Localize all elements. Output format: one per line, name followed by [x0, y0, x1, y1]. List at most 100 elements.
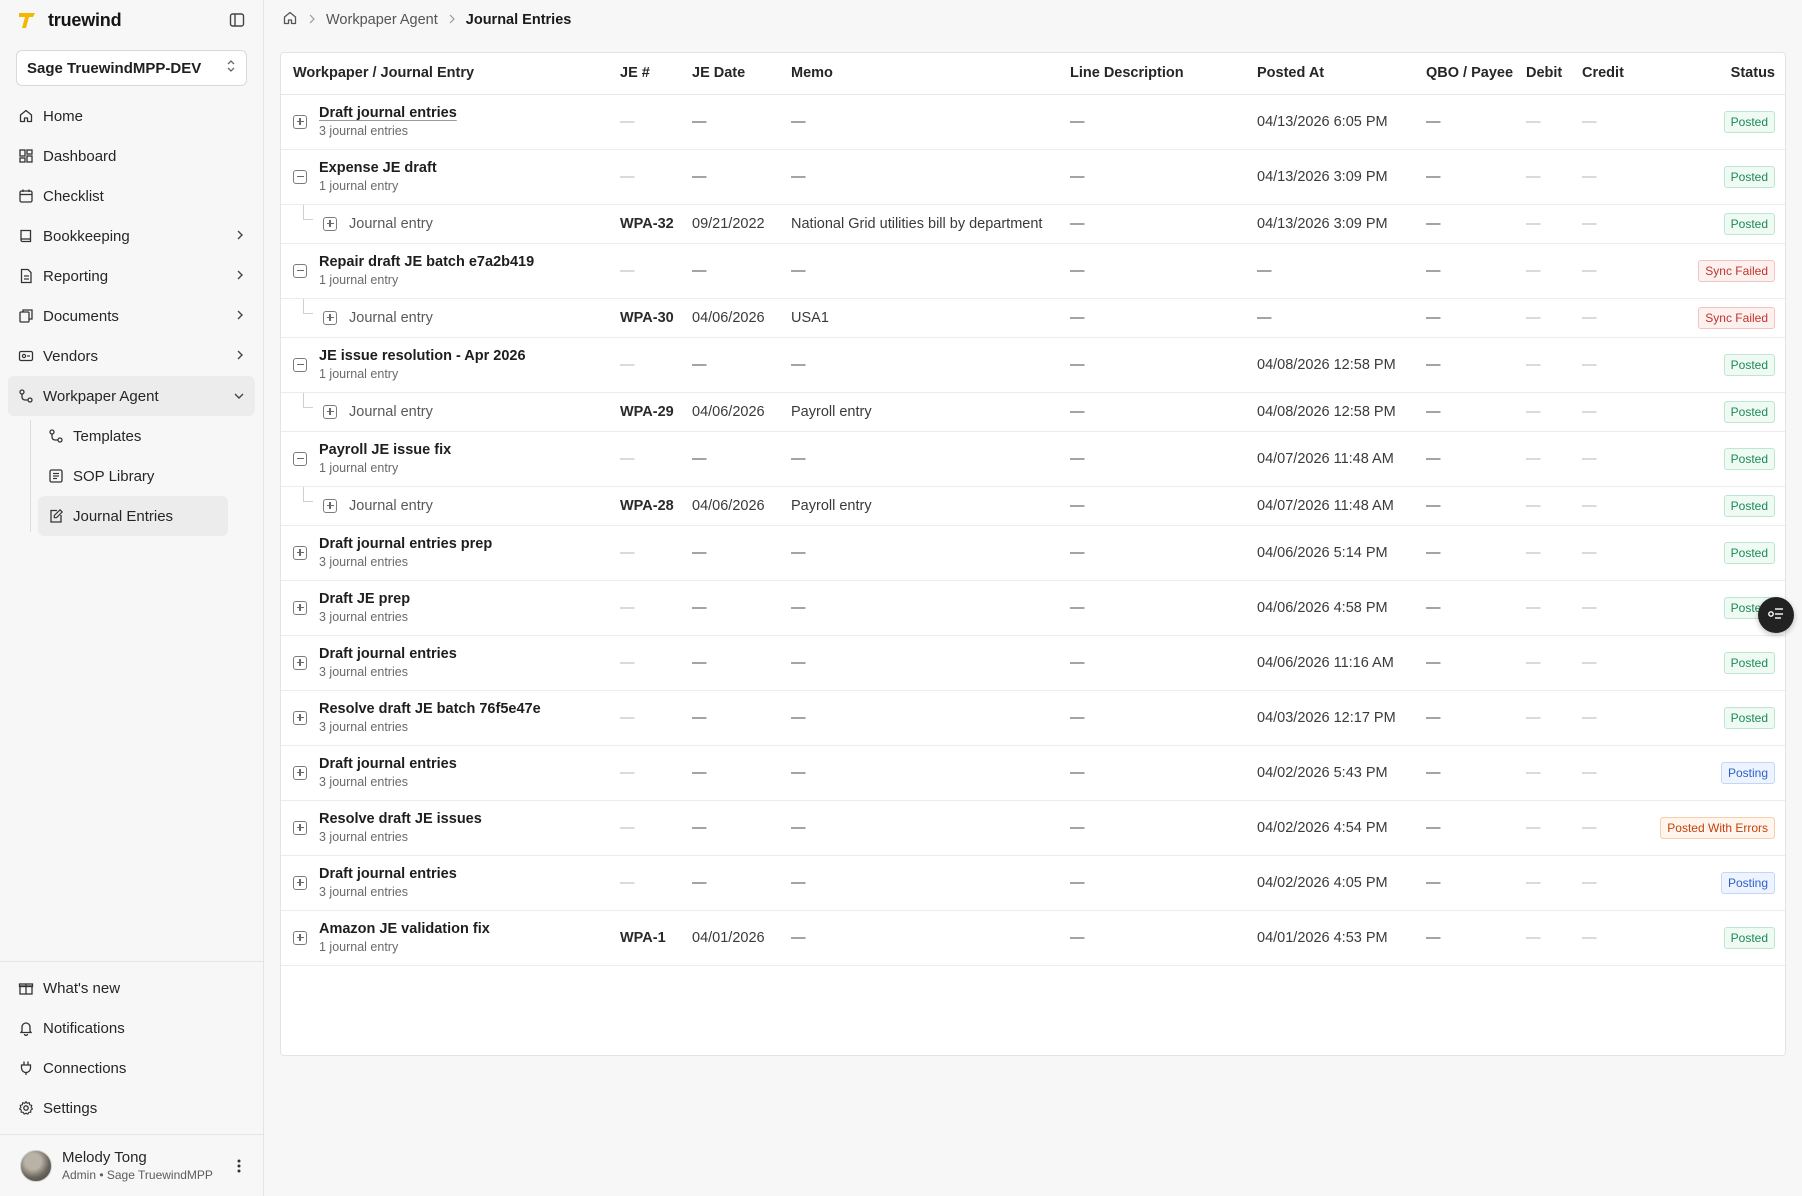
nav-item-bookkeeping[interactable]: Bookkeeping	[8, 216, 255, 256]
column-header-memo[interactable]: Memo	[779, 53, 1058, 95]
expand-row-icon[interactable]	[293, 114, 307, 129]
collapse-row-icon[interactable]	[293, 451, 307, 466]
cell-posted-at: 04/13/2026 3:09 PM	[1245, 204, 1414, 244]
nav-item-dashboard[interactable]: Dashboard	[8, 136, 255, 176]
workpaper-row[interactable]: Draft journal entries 3 journal entries — —…	[281, 745, 1785, 801]
filter-fab-button[interactable]	[1758, 597, 1794, 633]
workpaper-row[interactable]: Draft JE prep 3 journal entries — — — — 04/06/…	[281, 580, 1785, 636]
cell-line-description-value: —	[1070, 215, 1085, 232]
workpaper-row[interactable]: JE issue resolution - Apr 2026 1 journal …	[281, 337, 1785, 393]
journal-entry-row[interactable]: Journal entry WPA-28 04/06/2026 Payroll ent…	[281, 486, 1785, 526]
collapse-row-icon[interactable]	[293, 169, 307, 184]
nav-item-notifications[interactable]: Notifications	[8, 1008, 255, 1048]
expand-row-icon[interactable]	[293, 545, 307, 560]
cell-qbo-payee-value: —	[1426, 654, 1441, 671]
expand-row-icon[interactable]	[293, 930, 307, 945]
status-badge: Posted	[1723, 400, 1775, 423]
nav-item-checklist[interactable]: Checklist	[8, 176, 255, 216]
workpaper-row[interactable]: Payroll JE issue fix 1 journal entry — — — — 0…	[281, 431, 1785, 487]
workpaper-row[interactable]: Repair draft JE batch e7a2b419 1 journal …	[281, 243, 1785, 299]
cell-workpaper-content: Draft JE prep 3 journal entries	[293, 590, 608, 625]
cell-credit-value: —	[1582, 356, 1597, 373]
nav-item-label: Home	[43, 107, 84, 125]
cell-posted-at-value: —	[1257, 309, 1272, 326]
nav-item-templates[interactable]: Templates	[38, 416, 255, 456]
expand-row-icon[interactable]	[293, 820, 307, 835]
nav-item-label: Checklist	[43, 187, 104, 205]
expand-row-icon[interactable]	[323, 498, 337, 513]
column-header-debit[interactable]: Debit	[1514, 53, 1570, 95]
cell-credit-value: —	[1582, 709, 1597, 726]
cell-je-number-value: WPA-32	[620, 215, 674, 232]
expand-row-icon[interactable]	[323, 216, 337, 231]
column-header-qbo-payee[interactable]: QBO / Payee	[1414, 53, 1514, 95]
expand-row-icon[interactable]	[323, 404, 337, 419]
nav-item-journal-entries[interactable]: Journal Entries	[38, 496, 228, 536]
cell-memo-value: Payroll entry	[791, 403, 872, 420]
cell-qbo-payee-value: —	[1426, 929, 1441, 946]
status-badge: Posted With Errors	[1660, 816, 1775, 839]
column-header-je-date[interactable]: JE Date	[680, 53, 779, 95]
journal-entry-row[interactable]: Journal entry WPA-30 04/06/2026 USA1 — — — — — Sy…	[281, 298, 1785, 338]
column-header-status[interactable]: Status	[1630, 53, 1785, 95]
column-header-credit[interactable]: Credit	[1570, 53, 1630, 95]
sidebar-toggle-icon[interactable]	[227, 10, 247, 30]
workpaper-row[interactable]: Expense JE draft 1 journal entry — — — — 04/13…	[281, 149, 1785, 205]
expand-row-icon[interactable]	[293, 600, 307, 615]
column-header-je-number[interactable]: JE #	[608, 53, 680, 95]
nav-item-label: What's new	[43, 979, 121, 997]
home-icon[interactable]	[282, 10, 298, 30]
cell-credit: —	[1570, 800, 1630, 856]
workpaper-row[interactable]: Draft journal entries prep 3 journal entr…	[281, 525, 1785, 581]
nav-item-workpaper-agent[interactable]: Workpaper Agent	[8, 376, 255, 416]
cell-je-number: —	[608, 855, 680, 911]
workpaper-row[interactable]: Draft journal entries 3 journal entries — —…	[281, 855, 1785, 911]
cell-memo: —	[779, 855, 1058, 911]
user-profile[interactable]: Melody Tong Admin • Sage TruewindMPP	[0, 1134, 263, 1196]
expand-row-icon[interactable]	[323, 310, 337, 325]
workpaper-row[interactable]: Amazon JE validation fix 1 journal entry W…	[281, 910, 1785, 966]
expand-row-icon[interactable]	[293, 710, 307, 725]
workpaper-row[interactable]: Draft journal entries 3 journal entries — —…	[281, 94, 1785, 150]
breadcrumb-workpaper-agent[interactable]: Workpaper Agent	[326, 12, 438, 28]
truewind-logo-icon	[16, 9, 38, 31]
cell-credit-value: —	[1582, 874, 1597, 891]
column-header-line-description[interactable]: Line Description	[1058, 53, 1245, 95]
templates-icon	[48, 428, 64, 444]
cell-debit: —	[1514, 337, 1570, 393]
more-options-icon[interactable]	[231, 1156, 247, 1176]
expand-row-icon[interactable]	[293, 875, 307, 890]
divider	[0, 961, 263, 962]
workpaper-row[interactable]: Resolve draft JE batch 76f5e47e 3 journal…	[281, 690, 1785, 746]
nav-item-settings[interactable]: Settings	[8, 1088, 255, 1128]
nav-item-documents[interactable]: Documents	[8, 296, 255, 336]
nav-item-whats-new[interactable]: What's new	[8, 968, 255, 1008]
expand-row-icon[interactable]	[293, 765, 307, 780]
workpaper-row[interactable]: Resolve draft JE issues 3 journal entries…	[281, 800, 1785, 856]
column-header-posted-at[interactable]: Posted At	[1245, 53, 1414, 95]
breadcrumb-current: Journal Entries	[465, 12, 572, 28]
nav-item-reporting[interactable]: Reporting	[8, 256, 255, 296]
column-header-workpaper[interactable]: Workpaper / Journal Entry	[281, 53, 608, 95]
collapse-row-icon[interactable]	[293, 357, 307, 372]
expand-row-icon[interactable]	[293, 655, 307, 670]
nav-item-sop-library[interactable]: SOP Library	[38, 456, 255, 496]
nav-item-vendors[interactable]: Vendors	[8, 336, 255, 376]
nav-item-home[interactable]: Home	[8, 96, 255, 136]
nav-item-connections[interactable]: Connections	[8, 1048, 255, 1088]
cell-status: Sync Failed	[1630, 298, 1785, 338]
cell-workpaper-content: JE issue resolution - Apr 2026 1 journal …	[293, 347, 608, 382]
workpaper-title[interactable]: Draft journal entries	[319, 104, 457, 122]
organization-select[interactable]: Sage TruewindMPP-DEV	[16, 50, 247, 86]
cell-debit-value: —	[1526, 356, 1541, 373]
workpaper-row[interactable]: Draft journal entries 3 journal entries — —…	[281, 635, 1785, 691]
workpaper-entry-count: 1 journal entry	[319, 273, 399, 287]
journal-entry-row[interactable]: Journal entry WPA-29 04/06/2026 Payroll ent…	[281, 392, 1785, 432]
cell-status: Posted	[1630, 486, 1785, 526]
cell-line-description: —	[1058, 800, 1245, 856]
status-badge: Posted	[1723, 212, 1775, 235]
cell-memo: —	[779, 635, 1058, 691]
journal-entry-row[interactable]: Journal entry WPA-32 09/21/2022 National Gr…	[281, 204, 1785, 244]
collapse-row-icon[interactable]	[293, 263, 307, 278]
chevron-right-icon	[235, 268, 245, 285]
